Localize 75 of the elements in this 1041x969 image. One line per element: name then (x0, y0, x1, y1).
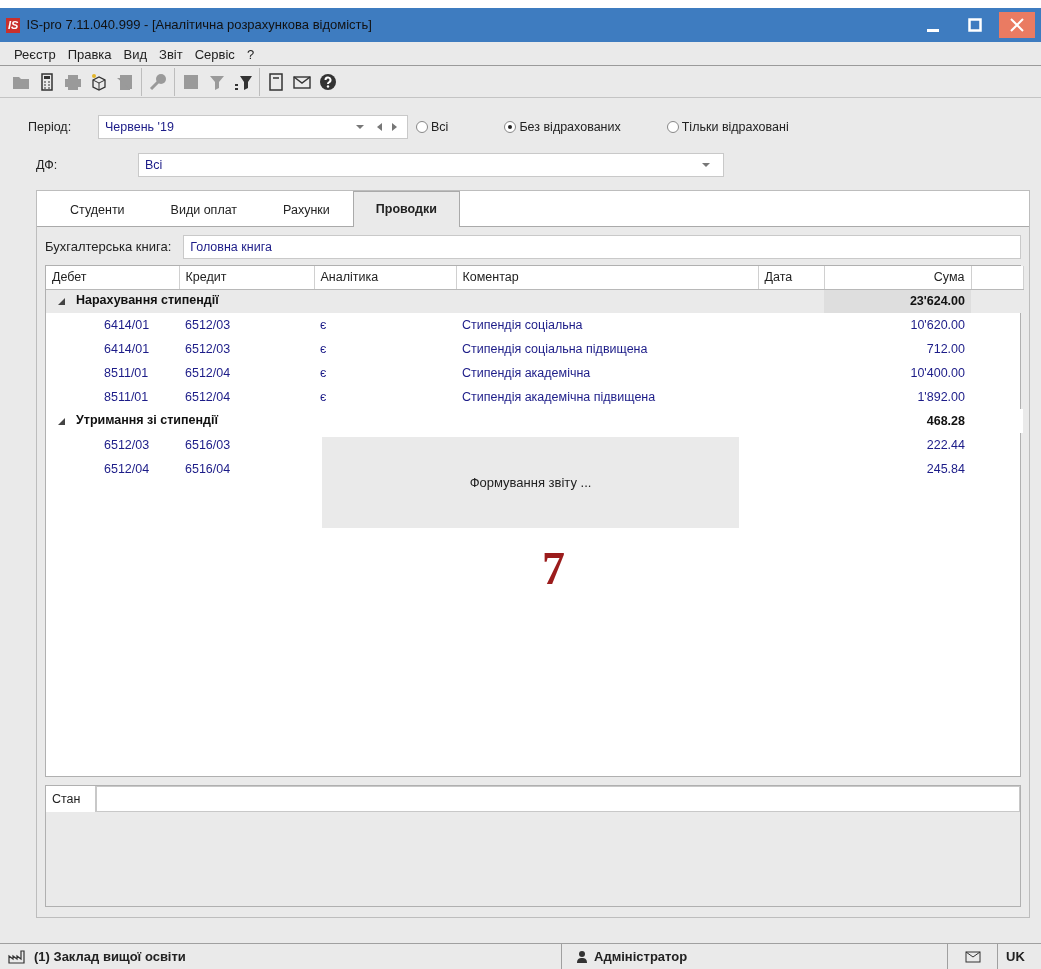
table-cell-text: 6512/03 (184, 340, 232, 358)
table-cell-text: 10'400.00 (909, 364, 966, 382)
table-cell-text: є (319, 364, 328, 382)
table-cell-text: 1'892.00 (916, 388, 966, 406)
menu-item[interactable]: Реєстр (8, 44, 62, 63)
mail-icon[interactable] (964, 950, 981, 963)
menu-item[interactable]: ? (240, 44, 261, 63)
table-cell-text: 8511/01 (103, 388, 150, 406)
radio-option[interactable]: Тільки відраховані (666, 117, 789, 137)
table-cell: Стипендія соціальна (456, 313, 758, 338)
radio-option[interactable]: Без відрахованих (504, 117, 621, 137)
group-title: Утримання зі стипендії (76, 412, 218, 430)
app-logo: IS (6, 17, 21, 33)
table-cell-text: 245.84 (925, 460, 966, 478)
maximize-icon (968, 18, 982, 32)
user-icon (576, 949, 588, 964)
table-cell: 6512/03 (179, 313, 314, 338)
window-title: IS-pro 7.11.040.999 - [Аналітична розрахункова відомість] (26, 16, 372, 35)
menu-item[interactable]: Сервіс (188, 44, 241, 63)
column-header[interactable]: Коментар (456, 266, 758, 290)
table-cell-text: Стипендія академічна (461, 364, 592, 382)
table-cell-text: 712.00 (925, 340, 966, 358)
tab[interactable]: Види оплат (147, 193, 261, 227)
column-header[interactable]: Кредит (179, 266, 314, 290)
close-icon (1010, 18, 1024, 32)
table-cell-text: 6516/04 (184, 460, 232, 478)
field-label: Період: (27, 118, 73, 136)
radio-option[interactable]: Всі (416, 117, 449, 137)
menu-item[interactable]: Правка (61, 44, 118, 63)
minimize-icon (927, 29, 939, 32)
dropdown-icon (701, 160, 711, 170)
organization-label: (1) Заклад вищої освіти (34, 947, 186, 966)
table-cell-text: 6516/03 (184, 436, 232, 454)
period-field[interactable]: Червень '19 (98, 115, 408, 139)
tab[interactable]: Студенти (47, 193, 148, 227)
tab[interactable]: Рахунки (260, 193, 353, 227)
table-cell-text: є (319, 340, 328, 358)
progress-message: Формування звіту ... (322, 437, 739, 528)
left-arrow-icon (375, 122, 383, 132)
field-label: Бухгалтерська книга: (45, 238, 172, 257)
state-field[interactable] (96, 786, 1020, 812)
table-cell: 10'620.00 (824, 313, 971, 338)
language-indicator[interactable]: UK (1006, 946, 1025, 967)
table-cell: 6414/01 (46, 313, 179, 338)
group-row[interactable]: Нарахування стипендії (56, 291, 219, 311)
right-arrow-icon (391, 122, 399, 132)
column-header[interactable]: Дата (758, 266, 824, 290)
tab[interactable]: Проводки (352, 191, 460, 227)
group-row[interactable]: Утримання зі стипендії (56, 411, 218, 430)
group-title: Нарахування стипендії (76, 292, 219, 310)
table-cell-text: 8511/01 (103, 364, 150, 382)
menu-item[interactable]: Звіт (153, 44, 189, 63)
df-dropdown[interactable]: Всі (138, 153, 724, 177)
table-cell-text: Стипендія академічна підвищена (461, 388, 657, 406)
field-label: ДФ: (35, 156, 59, 174)
menu-item[interactable]: Вид (117, 44, 154, 63)
table-cell-text: 6512/04 (184, 364, 232, 382)
factory-icon (8, 949, 28, 964)
column-header[interactable]: Сума (824, 266, 971, 290)
ledger-field[interactable]: Головна книга (183, 235, 1021, 259)
table-cell-text: є (319, 388, 328, 406)
column-header[interactable]: Дебет (46, 266, 179, 290)
table-cell-text: 6512/04 (103, 460, 151, 478)
close-button[interactable] (999, 12, 1035, 38)
dropdown-icon (355, 122, 365, 132)
table-cell: є (314, 313, 456, 338)
step-number: 7 (542, 546, 565, 592)
user-label: Адміністратор (594, 947, 688, 966)
group-total: 23'624.00 (824, 289, 971, 314)
table-cell-text: 6512/03 (103, 436, 151, 454)
column-header[interactable]: Аналітика (314, 266, 456, 290)
table-cell-text: 6512/04 (184, 388, 232, 406)
table-cell-text: Стипендія соціальна підвищена (461, 340, 649, 358)
table-cell-text: 222.44 (925, 436, 966, 454)
table-cell-text: 6414/01 (103, 340, 151, 358)
